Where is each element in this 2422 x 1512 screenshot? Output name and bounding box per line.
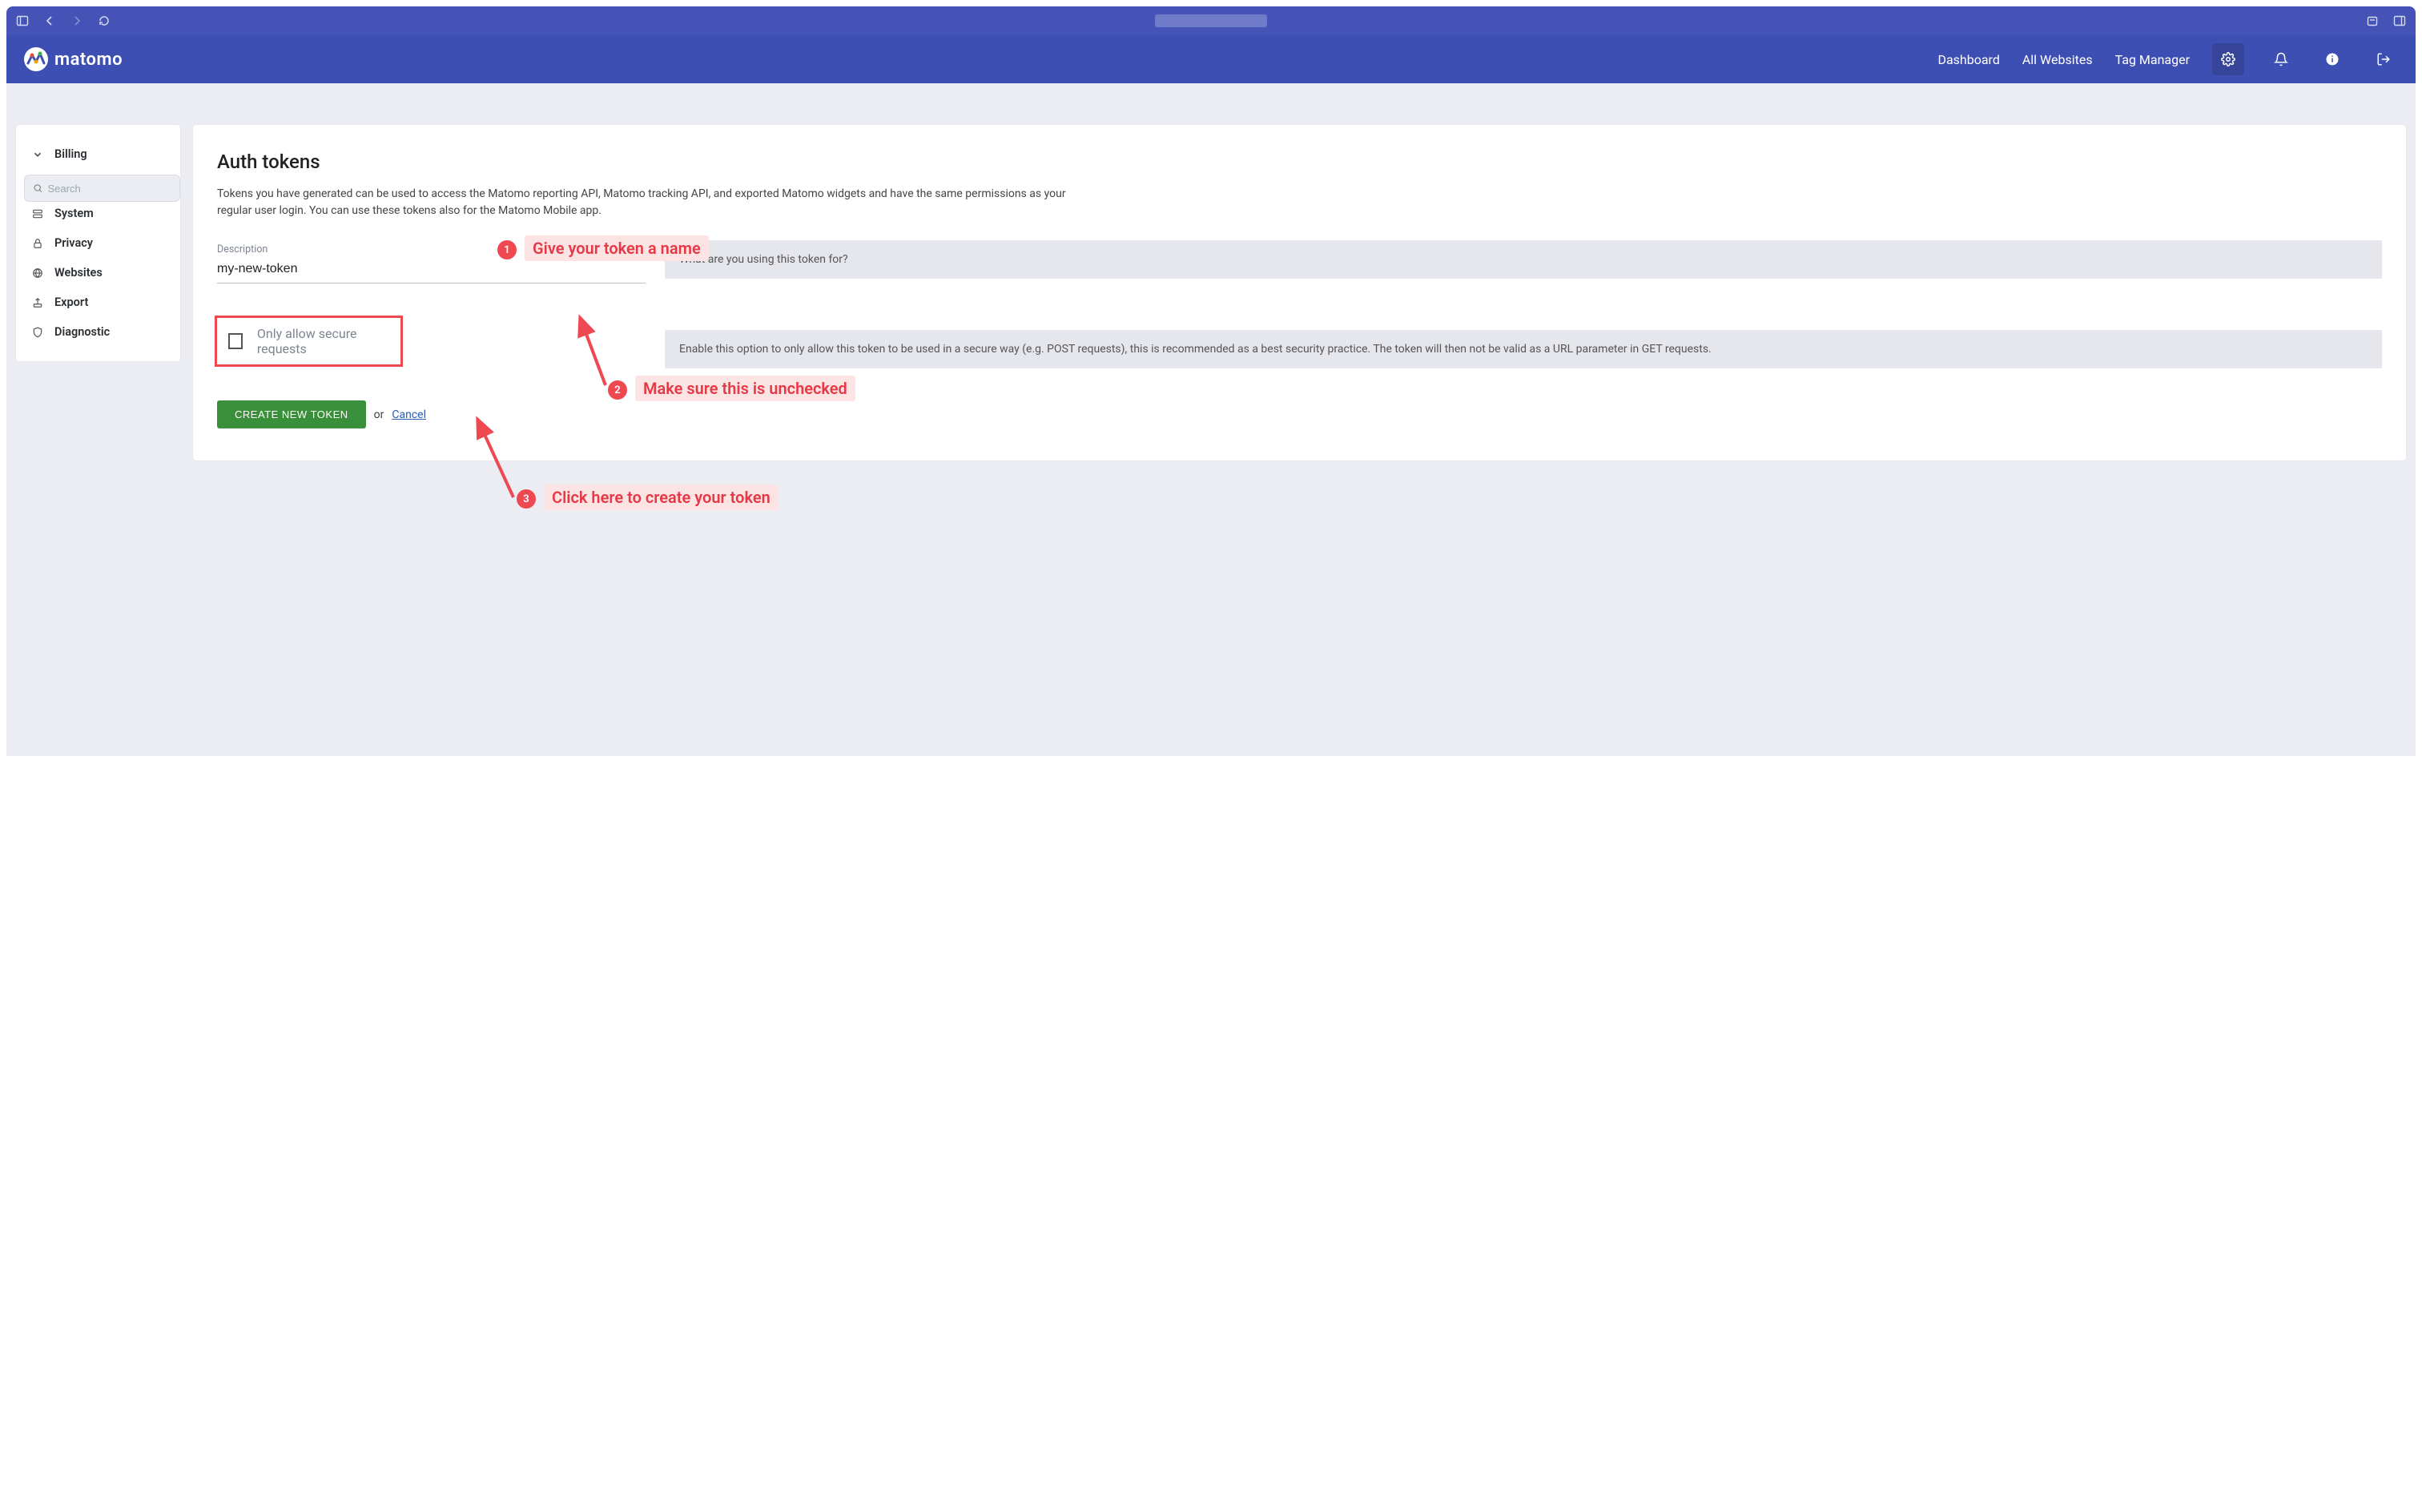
search-box[interactable] [24, 175, 180, 202]
logo[interactable]: matomo [24, 47, 123, 71]
annotation-text-1: Give your token a name [525, 235, 709, 261]
sidebar-toggle-icon[interactable] [16, 14, 29, 27]
server-icon [30, 208, 45, 219]
secure-requests-checkbox[interactable] [228, 333, 243, 349]
sidebar-item-label: Privacy [54, 236, 93, 250]
sidebar-item-billing[interactable]: Billing [16, 139, 180, 169]
shield-icon [30, 327, 45, 338]
description-input[interactable] [217, 259, 646, 284]
nav-tag-manager[interactable]: Tag Manager [2115, 52, 2190, 67]
sidebar: Billing Personal System Privacy Websites… [16, 125, 180, 361]
annotation-badge-3: 3 [517, 489, 536, 509]
sidebar-item-diagnostic[interactable]: Diagnostic [16, 317, 180, 347]
reload-icon[interactable] [98, 14, 111, 27]
annotation-text-2: Make sure this is unchecked [635, 376, 855, 401]
secure-requests-label: Only allow secure requests [257, 326, 389, 356]
gear-icon[interactable] [2212, 43, 2244, 75]
nav-all-websites[interactable]: All Websites [2022, 52, 2093, 67]
lock-icon [30, 238, 45, 249]
sidebar-item-label: Diagnostic [54, 325, 110, 339]
url-bar-masked [1155, 14, 1267, 27]
share-icon[interactable] [2366, 14, 2379, 27]
logout-icon[interactable] [2369, 45, 2398, 74]
page-description: Tokens you have generated can be used to… [217, 186, 1098, 219]
sidebar-item-label: System [54, 207, 94, 220]
sidebar-item-label: Billing [54, 147, 87, 161]
sidebar-item-websites[interactable]: Websites [16, 258, 180, 288]
bell-icon[interactable] [2267, 45, 2295, 74]
annotation-arrow-2 [381, 309, 622, 397]
forward-icon[interactable] [70, 14, 83, 27]
info-icon[interactable] [2318, 45, 2347, 74]
sidebar-item-privacy[interactable]: Privacy [16, 228, 180, 258]
sidebar-item-system[interactable]: System [16, 199, 180, 228]
annotation-badge-2: 2 [608, 380, 627, 400]
sidebar-item-label: Export [54, 296, 88, 309]
logo-text: matomo [54, 50, 123, 70]
description-help: What are you using this token for? [665, 240, 2382, 279]
back-icon[interactable] [43, 14, 56, 27]
globe-icon [30, 267, 45, 279]
annotation-text-3: Click here to create your token [544, 485, 778, 510]
sidebar-item-export[interactable]: Export [16, 288, 180, 317]
annotation-badge-1: 1 [497, 240, 517, 259]
secure-requests-help: Enable this option to only allow this to… [665, 330, 2382, 368]
tabs-icon[interactable] [2393, 14, 2406, 27]
nav-dashboard[interactable]: Dashboard [1937, 52, 1999, 67]
export-icon [30, 297, 45, 308]
chevron-down-icon [30, 149, 45, 160]
annotation-arrow-3 [265, 409, 537, 505]
search-icon [33, 183, 43, 194]
search-input[interactable] [48, 183, 172, 195]
page-title: Auth tokens [217, 151, 2382, 173]
content-panel: Auth tokens Tokens you have generated ca… [193, 125, 2406, 460]
sidebar-item-label: Websites [54, 266, 103, 279]
browser-chrome-bar [6, 6, 2416, 35]
app-header: matomo Dashboard All Websites Tag Manage… [6, 35, 2416, 83]
